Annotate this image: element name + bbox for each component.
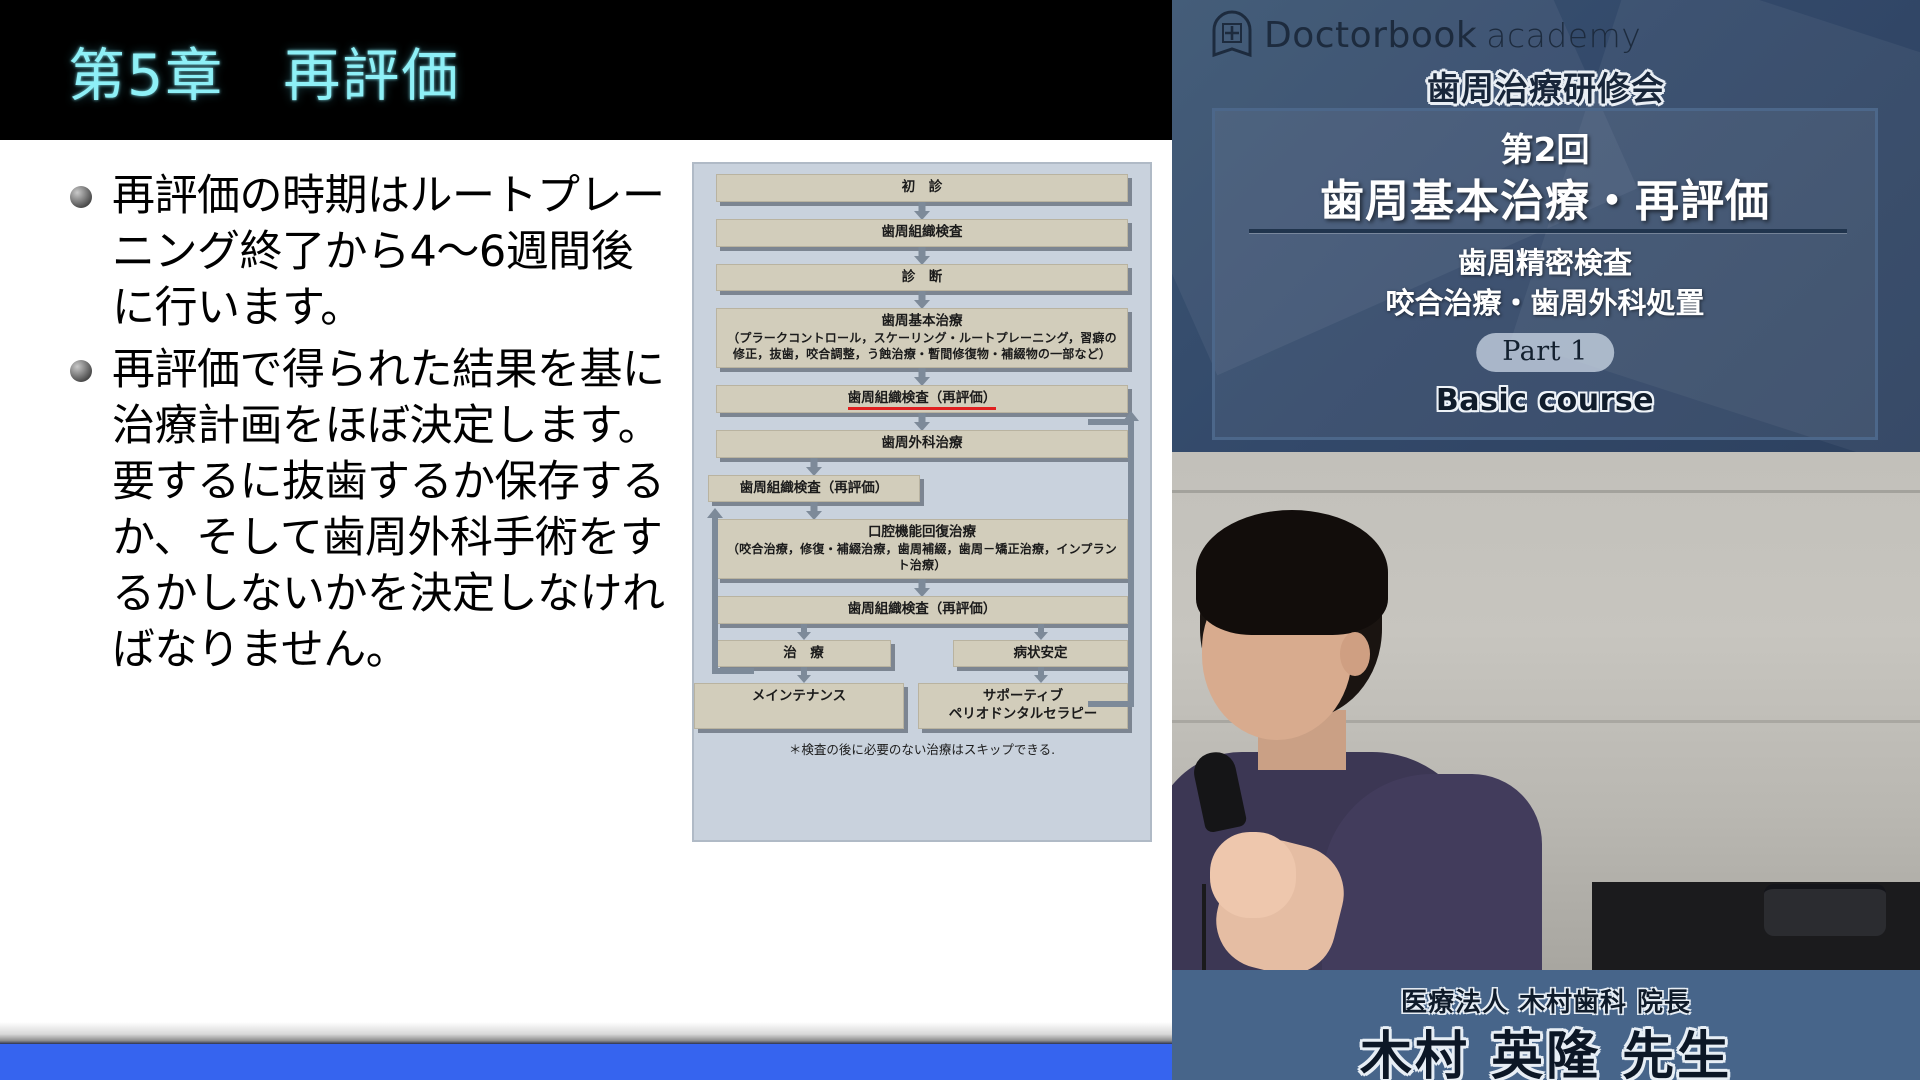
flow-arrow-down-icon xyxy=(953,667,1128,683)
bullet-text: 再評価の時期はルートプレーニング終了から4〜6週間後に行います。 xyxy=(112,171,665,333)
session-title: 歯周基本治療・再評価 xyxy=(1320,176,1770,227)
flow-arrow-down-icon xyxy=(716,413,1128,430)
flow-arrow-down-icon xyxy=(716,291,1128,308)
page-title: 第5章 再評価 xyxy=(68,43,461,109)
flow-node-diagnosis: 診 断 xyxy=(716,263,1128,292)
video-wall-seam xyxy=(1172,490,1920,493)
flow-arrow-down-icon xyxy=(708,458,920,475)
bullet-text: 再評価で得られた結果を基に治療計画をほぼ決定します。 xyxy=(112,345,665,451)
sidebar: Doctorbook academy 歯周治療研修会 第2回 歯周基本治療・再評… xyxy=(1172,0,1920,1080)
screen: 第5章 再評価 再評価の時期はルートプレーニング終了から4〜6週間後に行います。… xyxy=(0,0,1920,1080)
part-badge: Part 1 xyxy=(1476,333,1614,372)
flow-arrow-down-icon xyxy=(716,202,1128,219)
brand-logo: Doctorbook academy xyxy=(1210,10,1641,60)
flow-arrow-down-icon xyxy=(716,579,1128,596)
sidebar-header: Doctorbook academy 歯周治療研修会 第2回 歯周基本治療・再評… xyxy=(1172,0,1920,452)
flow-return-line-right-bottom xyxy=(1088,701,1134,707)
slide-area: 第5章 再評価 再評価の時期はルートプレーニング終了から4〜6週間後に行います。… xyxy=(0,0,1172,1080)
slide-body: 再評価の時期はルートプレーニング終了から4〜6週間後に行います。 再評価で得られ… xyxy=(0,140,1172,1042)
flow-node-perio-exam: 歯周組織検査 xyxy=(716,218,1128,247)
slide-title-bar: 第5章 再評価 xyxy=(0,0,1172,140)
treatment-flowchart: 初 診 歯周組織検査 診 断 歯周基本治療 （プラークコントロール，スケーリング… xyxy=(692,162,1152,842)
brand-suffix: academy xyxy=(1486,15,1642,55)
progress-bar-track[interactable] xyxy=(0,1044,1172,1080)
flow-branch-row-1: 治 療 病状安定 xyxy=(716,639,1128,668)
flow-node-perio-surgery: 歯周外科治療 xyxy=(716,429,1128,458)
presenter-name: 木村 英隆 先生 xyxy=(1359,1027,1733,1080)
flow-node-maintenance: メインテナンス xyxy=(694,683,904,730)
session-number: 第2回 xyxy=(1500,130,1590,169)
presenter-hand xyxy=(1210,832,1296,918)
flow-node-basic-therapy-title: 歯周基本治療 xyxy=(881,313,963,330)
slide-bottom-shade xyxy=(0,1022,1172,1044)
flow-node-reevaluation-1: 歯周組織検査（再評価） xyxy=(716,384,1128,413)
microphone-cord xyxy=(1202,884,1206,970)
flow-arrow-down-icon xyxy=(953,624,1128,640)
list-item: 再評価で得られた結果を基に治療計画をほぼ決定します。 要するに抜歯するか保存する… xyxy=(70,342,670,678)
flow-node-reevaluation-2: 歯周組織検査（再評価） xyxy=(708,474,920,503)
flow-node-basic-therapy-detail: （プラークコントロール，スケーリング・ルートプレーニング，習癖の修正，抜歯，咬合… xyxy=(727,331,1117,362)
list-item: 再評価の時期はルートプレーニング終了から4〜6週間後に行います。 xyxy=(70,168,670,336)
flow-return-line-right xyxy=(1128,419,1134,707)
flow-node-reevaluation-1-label: 歯周組織検査（再評価） xyxy=(847,389,997,410)
bullet-sub-paragraph: 要するに抜歯するか保存するか、そして歯周外科手術をするかしないかを決定しなければ… xyxy=(112,457,665,675)
flow-node-oral-rehab: 口腔機能回復治療 （咬合治療，修復・補綴治療，歯周補綴，歯周－矯正治療，インプラ… xyxy=(716,519,1128,579)
flow-arrow-down-icon xyxy=(716,624,891,640)
presenter-ear xyxy=(1340,632,1370,676)
flow-branch-arrows-2 xyxy=(716,667,1128,683)
presenter-name-banner: 医療法人 木村歯科 院長 木村 英隆 先生 xyxy=(1172,970,1920,1080)
presenter-hair xyxy=(1196,510,1388,635)
flow-arrow-down-icon xyxy=(716,247,1128,264)
flowchart-footnote: ＊検査の後に必要のない治療はスキップできる. xyxy=(788,742,1056,758)
bullet-dot-icon xyxy=(70,186,92,208)
progress-bar-fill xyxy=(0,1044,1172,1080)
course-level: Basic course xyxy=(1435,383,1655,418)
series-title: 歯周治療研修会 xyxy=(1427,69,1665,108)
flow-arrow-down-icon xyxy=(708,502,920,519)
flow-return-line-left xyxy=(712,516,718,674)
session-panel: 第2回 歯周基本治療・再評価 歯周精密検査 咬合治療・歯周外科処置 Part 1… xyxy=(1212,108,1878,440)
flow-node-basic-therapy: 歯周基本治療 （プラークコントロール，スケーリング・ルートプレーニング，習癖の修… xyxy=(716,308,1128,368)
bullet-list: 再評価の時期はルートプレーニング終了から4〜6週間後に行います。 再評価で得られ… xyxy=(70,168,670,684)
flow-return-line-right-top xyxy=(1088,419,1134,425)
flow-node-treatment: 治 療 xyxy=(716,639,891,668)
divider xyxy=(1249,229,1847,233)
flow-branch-arrows xyxy=(716,624,1128,640)
doctorbook-book-icon xyxy=(1210,10,1254,60)
flow-branch-row-2: メインテナンス サポーティブ ペリオドンタルセラピー xyxy=(694,683,1128,730)
brand-logo-text: Doctorbook academy xyxy=(1264,15,1641,56)
flow-node-first-visit: 初 診 xyxy=(716,174,1128,202)
flow-node-oral-rehab-detail: （咬合治療，修復・補綴治療，歯周補綴，歯周－矯正治療，インプラント治療） xyxy=(726,542,1118,572)
flow-return-arrow-left-icon xyxy=(707,508,723,518)
presenter-video[interactable] xyxy=(1172,452,1920,970)
bullet-dot-icon xyxy=(70,360,92,382)
flow-return-line-left-h xyxy=(712,668,754,674)
session-subtitle: 歯周精密検査 咬合治療・歯周外科処置 xyxy=(1385,246,1705,320)
flow-node-reevaluation-3: 歯周組織検査（再評価） xyxy=(716,595,1128,624)
flow-node-oral-rehab-title: 口腔機能回復治療 xyxy=(868,524,976,541)
brand-name: Doctorbook xyxy=(1264,14,1478,56)
flow-node-stable: 病状安定 xyxy=(953,639,1128,668)
video-device xyxy=(1764,884,1886,936)
flow-arrow-down-icon xyxy=(716,368,1128,385)
